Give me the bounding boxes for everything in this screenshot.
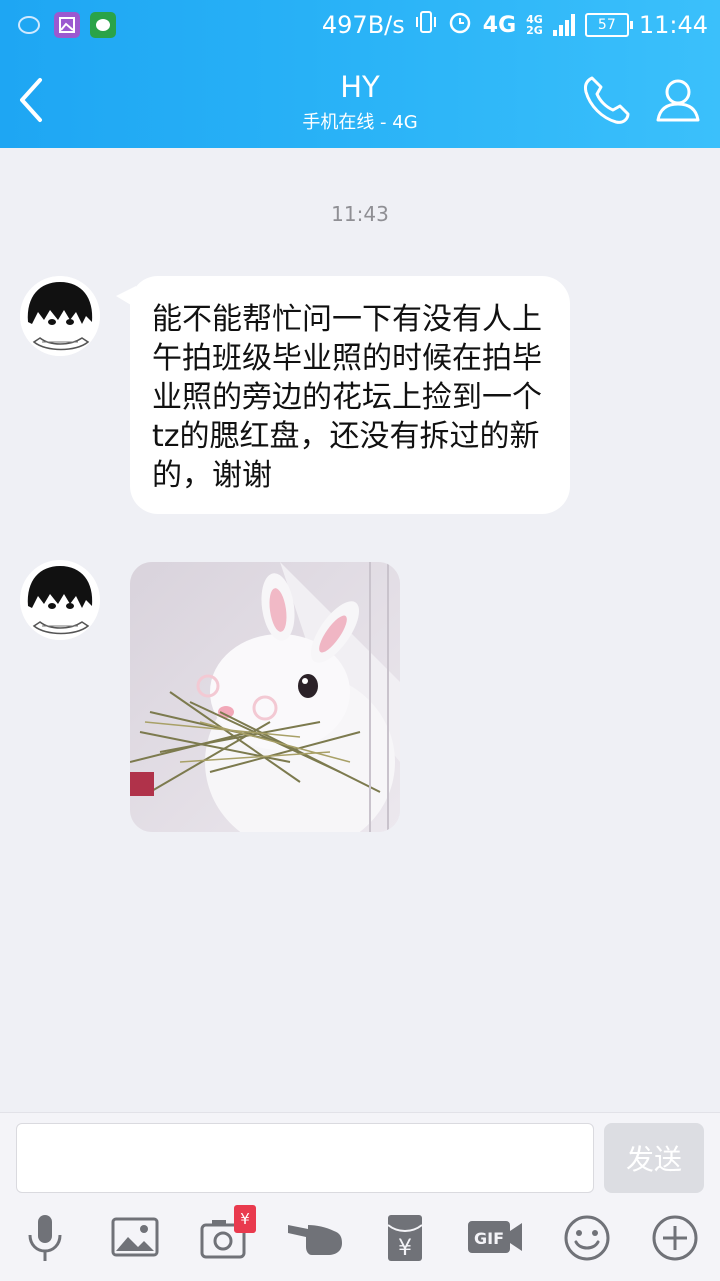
- clock: 11:44: [638, 11, 708, 39]
- wechat-notification-icon: [90, 12, 116, 38]
- battery-level: 57: [597, 17, 616, 33]
- input-toolbar: ¥ ¥ GIF: [0, 1205, 720, 1273]
- gif-button[interactable]: GIF: [466, 1211, 526, 1265]
- voice-call-button[interactable]: [578, 72, 634, 128]
- gallery-notification-icon: [54, 12, 80, 38]
- input-area: 发送 ¥ ¥ GIF: [0, 1112, 720, 1281]
- image-icon: [111, 1217, 159, 1257]
- poke-icon: [288, 1225, 342, 1255]
- battery-icon: 57: [584, 13, 633, 37]
- red-packet-badge: ¥: [234, 1205, 256, 1233]
- message-timestamp: 11:43: [331, 202, 389, 226]
- rabbit-photo: [130, 562, 400, 832]
- network-speed: 497B/s: [321, 11, 405, 39]
- svg-text:GIF: GIF: [474, 1229, 504, 1248]
- sim-labels: 4G 2G: [526, 13, 543, 37]
- title-bar: HY 手机在线 - 4G: [0, 50, 720, 148]
- avatar[interactable]: [20, 276, 100, 356]
- more-button[interactable]: [648, 1211, 702, 1265]
- image-message[interactable]: [130, 562, 400, 832]
- send-button[interactable]: 发送: [604, 1123, 704, 1193]
- top-bar: 497B/s 4G 4G 2G 57 11:44 HY 手机在线 - 4G: [0, 0, 720, 148]
- text-message-bubble[interactable]: 能不能帮忙问一下有没有人上午拍班级毕业照的时候在拍毕业照的旁边的花坛上捡到一个t…: [130, 276, 570, 514]
- photo-button[interactable]: [108, 1211, 162, 1265]
- mic-icon: [28, 1215, 62, 1261]
- profile-icon: [656, 79, 700, 122]
- avatar[interactable]: [20, 560, 100, 640]
- vibrate-icon: [415, 9, 437, 41]
- red-packet-button[interactable]: ¥: [378, 1211, 432, 1265]
- svg-text:¥: ¥: [398, 1236, 412, 1261]
- poke-button[interactable]: [286, 1211, 342, 1265]
- plus-icon: [652, 1215, 698, 1261]
- qq-notification-icon: [18, 16, 40, 34]
- emoji-icon: [564, 1215, 610, 1261]
- voice-button[interactable]: [18, 1211, 72, 1265]
- message-input[interactable]: [16, 1123, 594, 1193]
- phone-icon: [584, 76, 630, 124]
- signal-icon: [552, 14, 575, 36]
- emoji-button[interactable]: [560, 1211, 614, 1265]
- profile-button[interactable]: [650, 72, 706, 128]
- camera-button[interactable]: ¥: [198, 1205, 256, 1265]
- red-packet-icon: ¥: [387, 1215, 423, 1261]
- gif-icon: GIF: [468, 1221, 522, 1253]
- status-bar: 497B/s 4G 4G 2G 57 11:44: [0, 0, 720, 50]
- network-type: 4G: [482, 12, 517, 38]
- alarm-icon: [447, 9, 473, 41]
